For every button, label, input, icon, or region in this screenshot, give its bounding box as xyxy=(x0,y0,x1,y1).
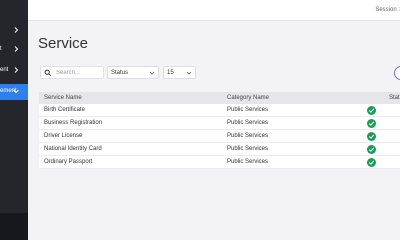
column-header-service[interactable]: Service Name xyxy=(44,95,82,101)
sidebar-item-2[interactable]: t xyxy=(0,42,28,58)
check-circle-icon xyxy=(367,132,376,141)
column-header-category[interactable]: Category Name xyxy=(227,95,269,101)
table-row[interactable]: Birth Certificate Public Services xyxy=(39,104,400,117)
sidebar-footer xyxy=(0,213,28,240)
sidebar-item-3[interactable]: ent xyxy=(0,63,28,79)
page-title: Service xyxy=(38,35,89,52)
table-header: Service Name Category Name Stat xyxy=(39,92,400,104)
category-name-cell: Public Services xyxy=(227,133,269,139)
sidebar-item-label: t xyxy=(0,46,2,52)
column-header-status[interactable]: Stat xyxy=(389,95,400,101)
category-name-cell: Public Services xyxy=(227,159,269,165)
service-table: Service Name Category Name Stat Birth Ce… xyxy=(39,92,400,169)
chevron-right-icon xyxy=(14,46,19,52)
table-row[interactable]: Business Registration Public Services xyxy=(39,117,400,130)
chevron-down-icon xyxy=(149,71,155,75)
category-name-cell: Public Services xyxy=(227,146,269,152)
table-row[interactable]: National Identity Card Public Services xyxy=(39,143,400,156)
status-select-value: Status xyxy=(111,70,129,76)
table-row[interactable]: Driver License Public Services xyxy=(39,130,400,143)
search-input[interactable] xyxy=(56,68,102,78)
service-name-cell: Driver License xyxy=(44,133,83,139)
category-name-cell: Public Services xyxy=(227,107,269,113)
page-size-select[interactable]: 15 xyxy=(163,66,196,79)
chevron-down-icon xyxy=(13,89,19,94)
session-label: Session : xyxy=(375,7,400,13)
sidebar-item-active[interactable]: ement xyxy=(0,84,28,100)
sidebar-item-label: ent xyxy=(0,67,9,73)
search-box xyxy=(40,66,104,79)
check-circle-icon xyxy=(367,145,376,154)
topbar: Session : xyxy=(28,0,400,21)
service-name-cell: National Identity Card xyxy=(44,146,102,152)
check-circle-icon xyxy=(367,119,376,128)
page-size-value: 15 xyxy=(167,70,174,76)
check-circle-icon xyxy=(367,106,376,115)
category-name-cell: Public Services xyxy=(227,120,269,126)
check-circle-icon xyxy=(367,158,376,167)
table-row[interactable]: Ordinary Passport Public Services xyxy=(39,156,400,169)
sidebar: t ent ement xyxy=(0,0,28,240)
service-name-cell: Birth Certificate xyxy=(44,107,86,113)
service-name-cell: Ordinary Passport xyxy=(44,159,93,165)
action-button[interactable] xyxy=(394,66,400,80)
status-select[interactable]: Status xyxy=(107,66,159,79)
service-name-cell: Business Registration xyxy=(44,120,103,126)
sidebar-item-1[interactable] xyxy=(0,23,28,39)
chevron-right-icon xyxy=(14,67,19,73)
chevron-down-icon xyxy=(186,71,192,75)
search-icon xyxy=(44,69,52,77)
chevron-right-icon xyxy=(14,27,19,33)
